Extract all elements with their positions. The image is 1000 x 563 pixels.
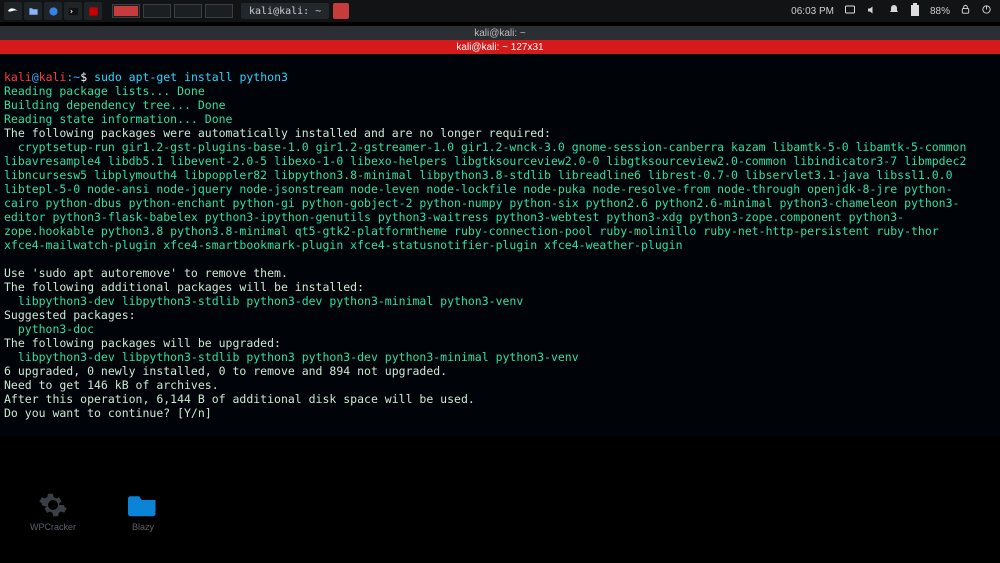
window-titlebar[interactable]: kali@kali: ~ 127x31 bbox=[0, 40, 1000, 54]
workspace-4[interactable] bbox=[205, 4, 233, 18]
terminal-viewport[interactable]: kali@kali:~$ sudo apt-get install python… bbox=[0, 54, 1000, 436]
task-terminal[interactable]: kali@kali: ~ bbox=[241, 3, 329, 19]
files-launcher[interactable] bbox=[24, 2, 42, 20]
notifications-icon[interactable] bbox=[888, 4, 900, 19]
typed-command: sudo apt-get install python3 bbox=[94, 70, 288, 84]
prompt: kali@kali:~$ bbox=[4, 70, 94, 84]
out-section-header: The following packages will be upgraded: bbox=[4, 336, 281, 350]
out-line: Building dependency tree... Done bbox=[4, 98, 226, 112]
window-tab-label: kali@kali: ~ bbox=[474, 28, 526, 39]
terminal-window: kali@kali: ~ kali@kali: ~ 127x31 kali@ka… bbox=[0, 26, 1000, 436]
folder-icon bbox=[128, 490, 158, 520]
prompt-host: kali bbox=[39, 70, 67, 84]
system-tray: 06:03 PM 88% bbox=[791, 3, 1000, 20]
out-line: Need to get 146 kB of archives. bbox=[4, 378, 219, 392]
xfce-panel: kali@kali: ~ 06:03 PM 88% bbox=[0, 0, 1000, 22]
kali-menu-button[interactable] bbox=[4, 2, 22, 20]
desktop-icon-wpcracker[interactable]: WPCracker bbox=[28, 490, 78, 532]
desktop-icon-blazy[interactable]: Blazy bbox=[118, 490, 168, 532]
workspace-1[interactable] bbox=[112, 4, 140, 18]
power-icon[interactable] bbox=[981, 4, 992, 18]
task-active[interactable] bbox=[333, 3, 349, 19]
prompt-path: :~ bbox=[66, 70, 80, 84]
battery-label: 88% bbox=[930, 6, 950, 17]
prompt-at: @ bbox=[32, 70, 39, 84]
out-section-header: The following packages were automaticall… bbox=[4, 126, 551, 140]
desktop-icon-label: Blazy bbox=[132, 522, 154, 532]
out-autoremove-list: cryptsetup-run gir1.2-gst-plugins-base-1… bbox=[4, 140, 984, 252]
lock-icon[interactable] bbox=[960, 4, 971, 18]
out-line: Reading package lists... Done bbox=[4, 84, 205, 98]
gear-icon bbox=[38, 490, 68, 520]
out-prompt-line: Do you want to continue? [Y/n] bbox=[4, 406, 212, 420]
out-additional-list: libpython3-dev libpython3-stdlib python3… bbox=[4, 294, 523, 308]
out-line: 6 upgraded, 0 newly installed, 0 to remo… bbox=[4, 364, 447, 378]
clock[interactable]: 06:03 PM bbox=[791, 6, 834, 17]
workspace-2[interactable] bbox=[143, 4, 171, 18]
panel-launchers bbox=[0, 2, 102, 20]
window-title: kali@kali: ~ 127x31 bbox=[456, 42, 543, 53]
volume-icon[interactable] bbox=[866, 4, 878, 19]
browser-launcher[interactable] bbox=[44, 2, 62, 20]
workspace-3[interactable] bbox=[174, 4, 202, 18]
prompt-dollar: $ bbox=[80, 70, 94, 84]
out-line: Use 'sudo apt autoremove' to remove them… bbox=[4, 266, 288, 280]
out-upgrade-list: libpython3-dev libpython3-stdlib python3… bbox=[4, 350, 579, 364]
workspace-switcher[interactable] bbox=[112, 4, 233, 18]
window-list: kali@kali: ~ bbox=[241, 3, 791, 19]
out-line: After this operation, 6,144 B of additio… bbox=[4, 392, 475, 406]
task-label: kali@kali: ~ bbox=[249, 6, 321, 17]
desktop-icon-label: WPCracker bbox=[30, 522, 76, 532]
desktop-icons: WPCracker Blazy bbox=[28, 490, 168, 532]
editor-launcher[interactable] bbox=[84, 2, 102, 20]
prompt-user: kali bbox=[4, 70, 32, 84]
out-suggested-list: python3-doc bbox=[4, 322, 94, 336]
out-section-header: The following additional packages will b… bbox=[4, 280, 364, 294]
battery-icon[interactable] bbox=[910, 3, 920, 20]
out-section-header: Suggested packages: bbox=[4, 308, 136, 322]
window-tab[interactable]: kali@kali: ~ bbox=[0, 26, 1000, 40]
network-icon[interactable] bbox=[844, 4, 856, 19]
out-line: Reading state information... Done bbox=[4, 112, 232, 126]
terminal-launcher[interactable] bbox=[64, 2, 82, 20]
